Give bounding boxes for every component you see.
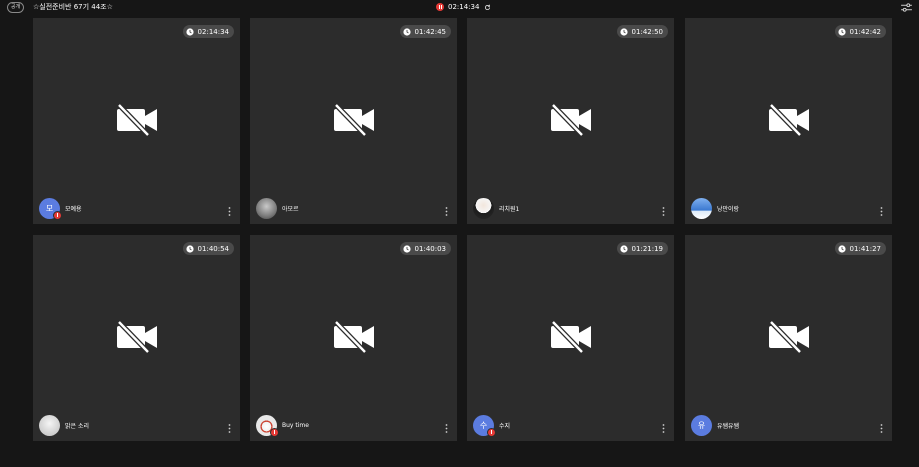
participant-tile[interactable]: 01:40:54 맑은 소리 (33, 235, 240, 441)
participant-info: 맑은 소리 (39, 415, 89, 436)
elapsed-time: 01:21:19 (631, 244, 663, 253)
camera-off-icon (551, 104, 591, 136)
avatar (691, 198, 712, 219)
avatar: 모 (39, 198, 62, 220)
participant-info: Buy time (256, 415, 309, 437)
elapsed-time: 01:42:50 (631, 27, 663, 36)
participant-tile[interactable]: 02:14:34 모 모예용 (33, 18, 240, 224)
top-bar: 공개 ☆실전준비반 67기 44조☆ 02:14:34 (0, 0, 919, 14)
camera-off-icon (769, 104, 809, 136)
pause-icon[interactable] (436, 3, 444, 11)
participant-name: 맑은 소리 (65, 423, 89, 430)
participant-tile[interactable]: 01:21:19 수 수지 (467, 235, 674, 441)
visibility-badge[interactable]: 공개 (7, 2, 25, 13)
clock-icon (837, 27, 846, 36)
avatar (473, 198, 494, 219)
participant-info: 유 유쌤유쌤 (691, 415, 739, 436)
camera-off-icon (769, 321, 809, 353)
elapsed-time: 01:42:42 (849, 27, 881, 36)
mic-muted-icon (53, 211, 62, 220)
more-options-icon[interactable] (662, 207, 665, 216)
participant-tile[interactable]: 01:41:27 유 유쌤유쌤 (685, 235, 892, 441)
participant-info: 모 모예용 (39, 198, 82, 220)
clock-icon (185, 244, 194, 253)
more-options-icon[interactable] (228, 424, 231, 433)
participant-tile[interactable]: 01:42:45 아모르 (250, 18, 457, 224)
elapsed-time: 01:41:27 (849, 244, 881, 253)
participant-info: 아모르 (256, 198, 299, 219)
camera-off-icon (334, 321, 374, 353)
avatar: 수 (473, 415, 496, 437)
clock-icon (837, 244, 846, 253)
camera-off-icon (117, 104, 157, 136)
participant-tile[interactable]: 01:42:42 낭만이랑 (685, 18, 892, 224)
clock-icon (402, 244, 411, 253)
elapsed-time: 01:40:54 (197, 244, 229, 253)
participant-info: 낭만이랑 (691, 198, 739, 219)
camera-off-icon (334, 104, 374, 136)
elapsed-time-chip: 01:42:50 (616, 25, 668, 38)
elapsed-time-chip: 01:40:54 (182, 242, 234, 255)
participant-info: 수 수지 (473, 415, 511, 437)
avatar (39, 415, 60, 436)
participant-info: 리치원1 (473, 198, 519, 219)
avatar (256, 415, 279, 437)
elapsed-time: 01:42:45 (414, 27, 446, 36)
elapsed-time-chip: 01:42:42 (834, 25, 886, 38)
elapsed-time-chip: 01:40:03 (399, 242, 451, 255)
mic-muted-icon (487, 428, 496, 437)
participant-name: Buy time (282, 422, 309, 429)
camera-off-icon (117, 321, 157, 353)
clock-icon (619, 27, 628, 36)
elapsed-time: 02:14:34 (197, 27, 229, 36)
participant-name: 아모르 (282, 206, 299, 213)
room-title: ☆실전준비반 67기 44조☆ (33, 3, 113, 11)
more-options-icon[interactable] (228, 207, 231, 216)
clock-icon (619, 244, 628, 253)
participant-name: 수지 (499, 423, 511, 430)
more-options-icon[interactable] (880, 424, 883, 433)
refresh-icon[interactable] (484, 4, 491, 11)
participant-tile[interactable]: 01:42:50 리치원1 (467, 18, 674, 224)
camera-off-icon (551, 321, 591, 353)
participant-name: 유쌤유쌤 (717, 423, 740, 430)
elapsed-time-chip: 01:42:45 (399, 25, 451, 38)
participant-name: 낭만이랑 (717, 206, 740, 213)
settings-sliders-icon[interactable] (901, 3, 912, 12)
participant-name: 리치원1 (499, 206, 520, 213)
elapsed-time: 01:40:03 (414, 244, 446, 253)
elapsed-time-chip: 01:41:27 (834, 242, 886, 255)
avatar: 유 (691, 415, 712, 436)
more-options-icon[interactable] (880, 207, 883, 216)
more-options-icon[interactable] (445, 424, 448, 433)
participant-name: 모예용 (65, 206, 82, 213)
elapsed-time-chip: 01:21:19 (616, 242, 668, 255)
elapsed-time-chip: 02:14:34 (182, 25, 234, 38)
clock-icon (185, 27, 194, 36)
more-options-icon[interactable] (445, 207, 448, 216)
mic-muted-icon (270, 428, 279, 437)
participant-tile[interactable]: 01:40:03 Buy time (250, 235, 457, 441)
clock-icon (402, 27, 411, 36)
session-timer-text: 02:14:34 (448, 3, 480, 11)
session-timer: 02:14:34 (436, 2, 491, 12)
avatar (256, 198, 277, 219)
more-options-icon[interactable] (662, 424, 665, 433)
